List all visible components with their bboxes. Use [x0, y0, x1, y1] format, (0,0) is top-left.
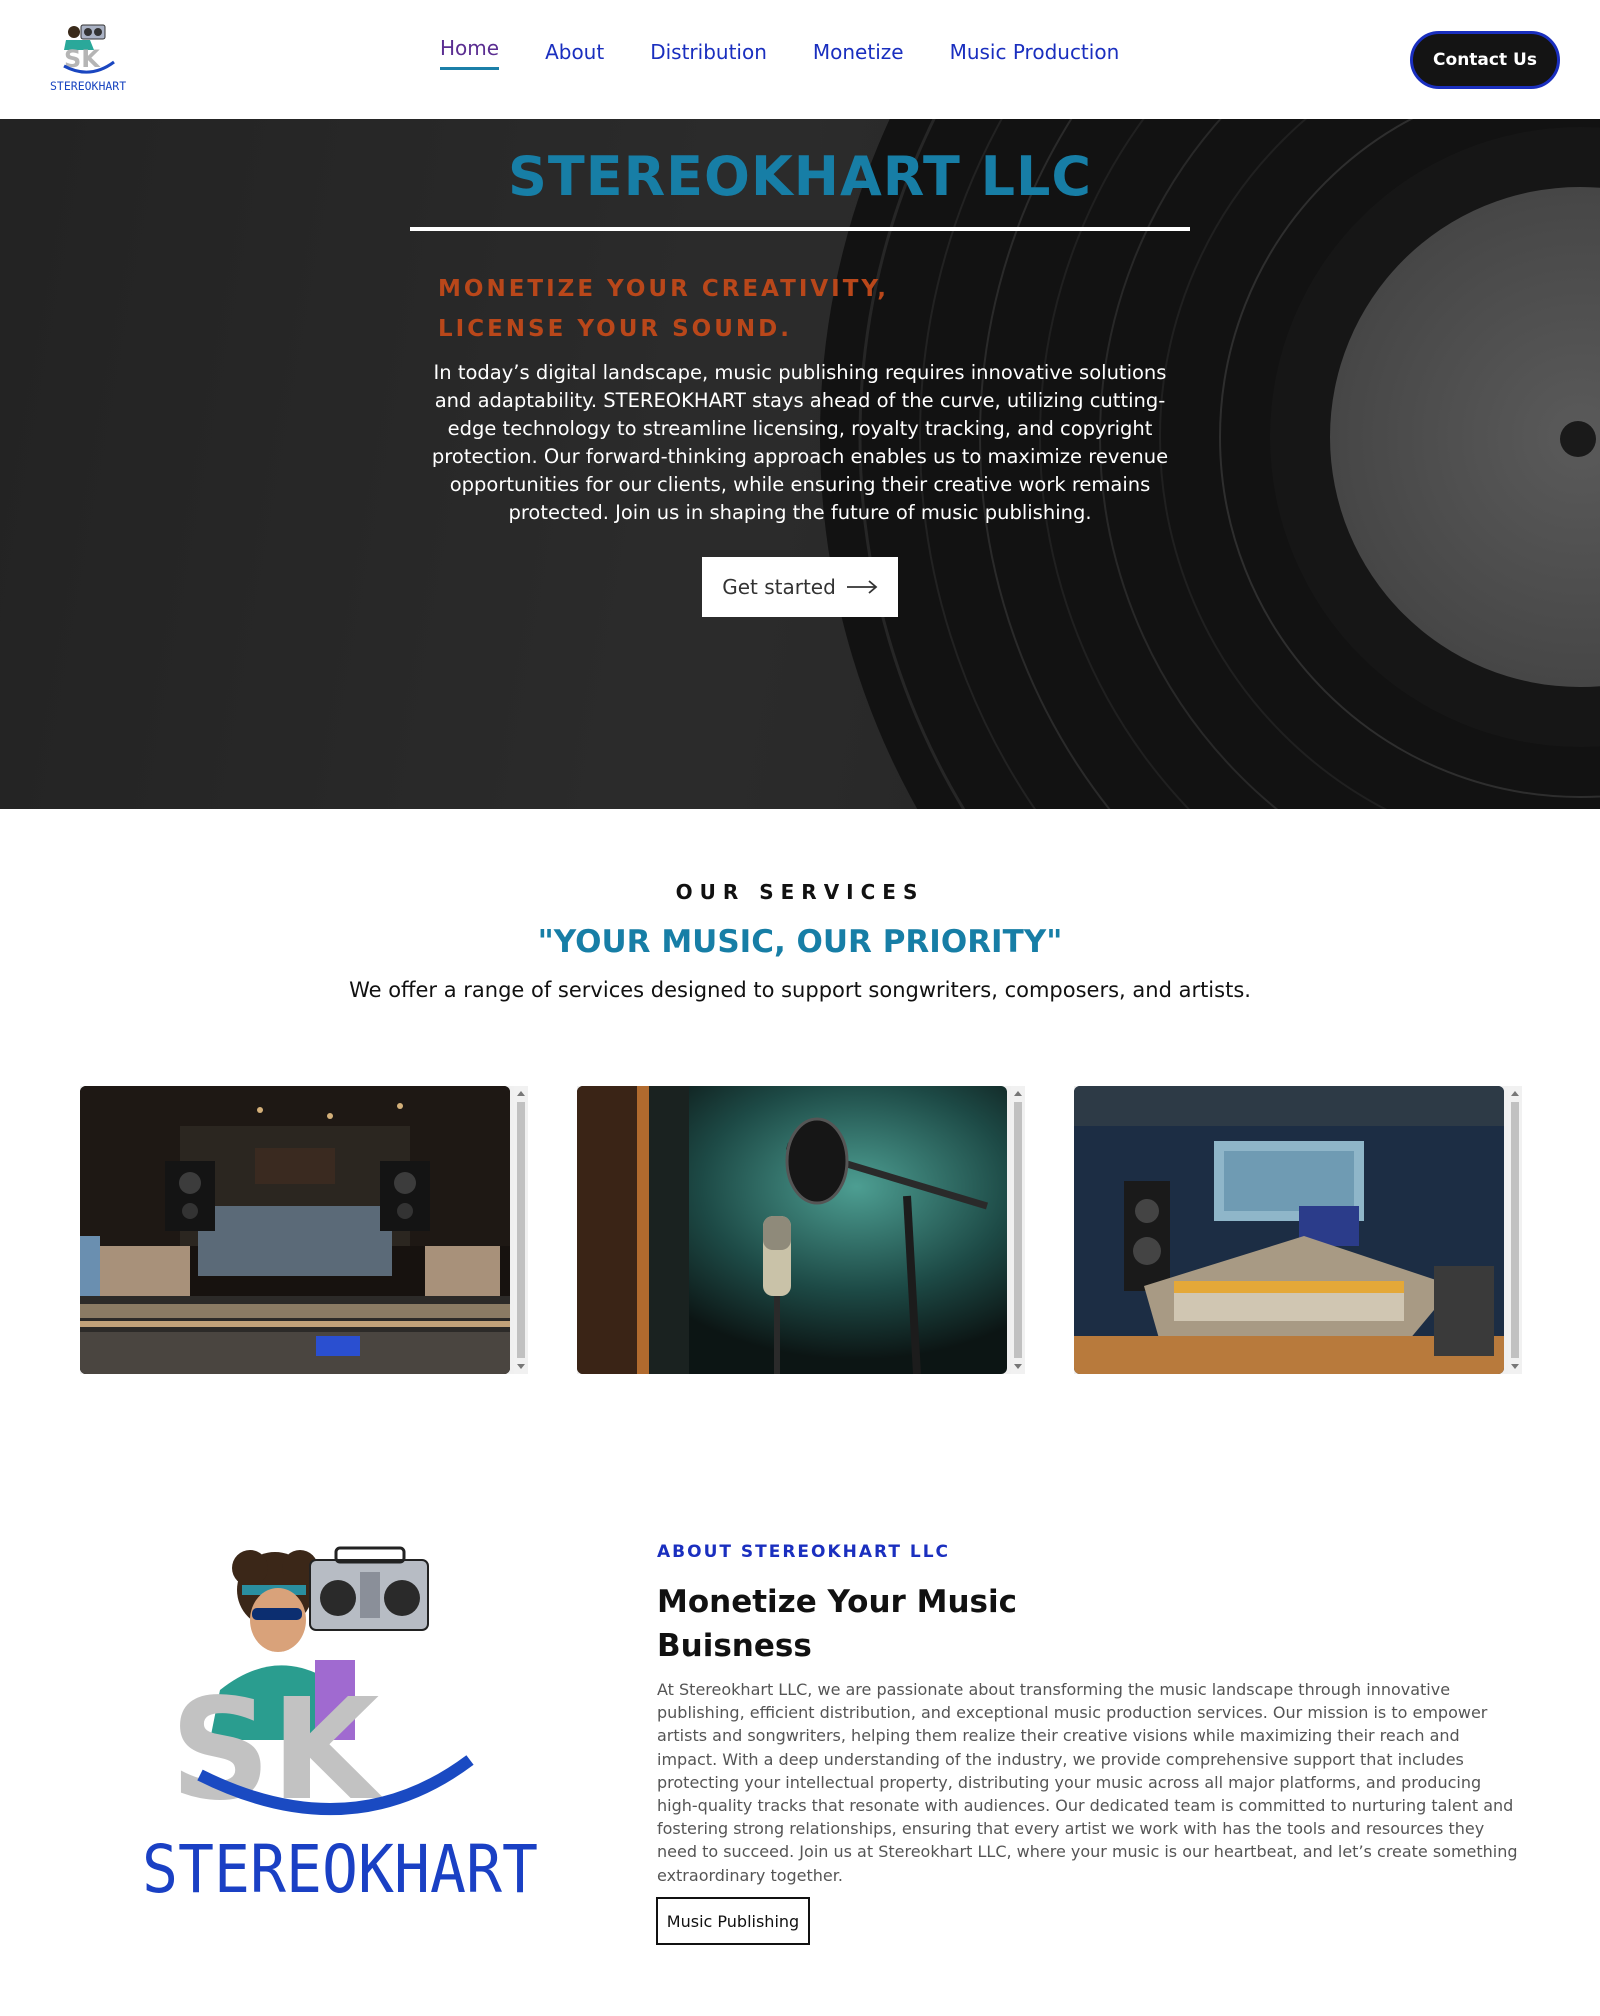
recording-studio-image	[80, 1086, 510, 1374]
main-nav: Home About Distribution Monetize Music P…	[440, 36, 1120, 70]
services-kicker: OUR SERVICES	[675, 880, 925, 904]
hero-section: STEREOKHART LLC MONETIZE YOUR CREATIVITY…	[0, 119, 1600, 809]
card-scrollbar[interactable]	[1011, 1086, 1025, 1374]
arrow-right-icon	[846, 580, 878, 594]
hero-subtitle-line-1: MONETIZE YOUR CREATIVITY,	[438, 276, 890, 302]
nav-monetize[interactable]: Monetize	[813, 40, 904, 70]
contact-us-button[interactable]: Contact Us	[1410, 31, 1560, 89]
card-scrollbar[interactable]	[1508, 1086, 1522, 1374]
nav-distribution[interactable]: Distribution	[650, 40, 767, 70]
nav-home[interactable]: Home	[440, 36, 500, 70]
nav-music-production[interactable]: Music Production	[950, 40, 1120, 70]
services-description: We offer a range of services designed to…	[349, 978, 1251, 1002]
nav-about[interactable]: About	[545, 40, 604, 70]
card-scrollbar[interactable]	[514, 1086, 528, 1374]
about-kicker: ABOUT STEREOKHART LLC	[657, 1542, 951, 1562]
about-description: At Stereokhart LLC, we are passionate ab…	[657, 1680, 1518, 1885]
logo-text: STEREOKHART	[50, 79, 126, 93]
hero-title: STEREOKHART LLC	[507, 145, 1093, 208]
stereokhart-logo: SK STEREOKHART	[140, 1540, 540, 1910]
mixing-console-image	[1074, 1086, 1504, 1374]
music-publishing-button[interactable]: Music Publishing	[656, 1897, 810, 1945]
site-logo[interactable]: SK STEREOKHART	[50, 22, 130, 94]
services-title: "YOUR MUSIC, OUR PRIORITY"	[537, 924, 1063, 960]
about-title: Monetize Your Music Buisness	[657, 1584, 1017, 1664]
site-header: SK STEREOKHART Home About Distribution M…	[0, 0, 1600, 119]
hero-subtitle: MONETIZE YOUR CREATIVITY, LICENSE YOUR S…	[438, 269, 889, 349]
service-card-2[interactable]	[577, 1086, 1025, 1374]
service-card-3[interactable]	[1074, 1086, 1522, 1374]
hero-divider	[410, 227, 1190, 231]
hero-subtitle-line-2: LICENSE YOUR SOUND.	[438, 316, 792, 342]
get-started-button[interactable]: Get started	[702, 557, 898, 617]
studio-microphone-image	[577, 1086, 1007, 1374]
logo-wordmark: STEREOKHART	[142, 1831, 538, 1908]
service-card-1[interactable]	[80, 1086, 528, 1374]
get-started-label: Get started	[722, 575, 836, 599]
hero-description: In today’s digital landscape, music publ…	[431, 361, 1169, 524]
